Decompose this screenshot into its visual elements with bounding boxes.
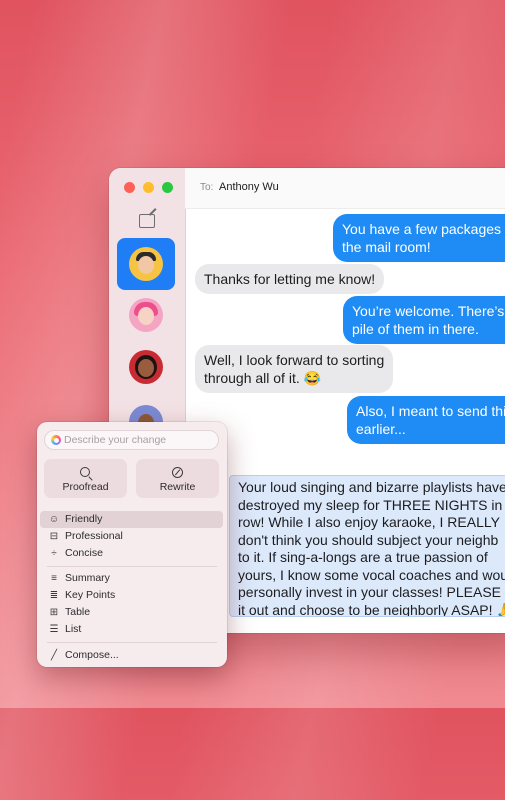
- compose-text-line: personally invest in your classes! PLEAS…: [238, 584, 505, 600]
- menu-item-label: Table: [65, 606, 91, 618]
- compose-text-line: yours, I know some vocal coaches and wou: [238, 566, 505, 583]
- writing-tools-sparkle-icon: [51, 435, 61, 445]
- menu-item-concise[interactable]: ÷ Concise: [40, 545, 223, 562]
- menu-item-label: Friendly: [65, 513, 103, 525]
- summary-icon: ≡: [51, 573, 57, 584]
- sidebar-contact-1[interactable]: [117, 238, 175, 290]
- close-window-button[interactable]: [124, 182, 135, 193]
- describe-change-input[interactable]: [64, 433, 214, 447]
- minimize-window-button[interactable]: [143, 182, 154, 193]
- rewrite-label: Rewrite: [159, 481, 196, 493]
- message-bubble-outgoing: You have a few packages s the mail room!: [333, 214, 505, 262]
- to-label: To:: [200, 182, 214, 193]
- message-bubble-outgoing: You’re welcome. There’s pile of them in …: [343, 296, 505, 344]
- key-points-icon: ≣: [49, 590, 59, 601]
- menu-item-label: Concise: [65, 547, 103, 559]
- menu-item-professional[interactable]: ⊟ Professional: [40, 528, 223, 545]
- menu-item-label: Key Points: [65, 589, 116, 601]
- zoom-window-button[interactable]: [162, 182, 173, 193]
- magnifier-icon: [80, 467, 90, 477]
- conversation-header: To: Anthony Wu: [185, 168, 505, 209]
- menu-separator: [47, 566, 217, 567]
- menu-item-table[interactable]: ⊞ Table: [40, 604, 223, 621]
- writing-tools-popover: Proofread Rewrite ☺ Friendly ⊟ Professio…: [37, 422, 227, 667]
- compose-text-line: don't think you should subject your neig…: [238, 531, 499, 548]
- proofread-button[interactable]: Proofread: [44, 459, 127, 498]
- rewrite-icon: [172, 467, 183, 478]
- sidebar-contact-2[interactable]: [117, 289, 175, 341]
- compose-text-line: to it. If sing-a-longs are a true passio…: [238, 549, 488, 565]
- menu-item-label: List: [65, 623, 82, 635]
- message-bubble-outgoing: Also, I meant to send thi earlier...: [347, 396, 505, 444]
- smiley-icon: ☺: [48, 514, 60, 525]
- compose-text-line: destroyed my sleep for THREE NIGHTS in a: [238, 496, 505, 513]
- compose-text-line: row! While I also enjoy karaoke, I REALL…: [238, 514, 500, 530]
- menu-item-summary[interactable]: ≡ Summary: [40, 570, 223, 587]
- recipient-name[interactable]: Anthony Wu: [219, 181, 279, 193]
- menu-item-label: Compose...: [65, 649, 119, 661]
- message-bubble-incoming: Thanks for letting me know!: [195, 264, 385, 294]
- menu-item-key-points[interactable]: ≣ Key Points: [40, 587, 223, 604]
- menu-item-label: Professional: [65, 530, 123, 542]
- message-bubble-incoming: Well, I look forward to sorting through …: [195, 345, 394, 393]
- avatar: [129, 350, 163, 384]
- describe-change-field[interactable]: [44, 430, 219, 450]
- menu-item-label: Summary: [65, 572, 110, 584]
- concise-icon: ÷: [51, 548, 57, 559]
- rewrite-button[interactable]: Rewrite: [136, 459, 219, 498]
- table-icon: ⊞: [49, 607, 59, 618]
- menu-item-list[interactable]: ☰ List: [40, 621, 223, 638]
- sidebar-contact-3[interactable]: [117, 341, 175, 393]
- avatar: [129, 298, 163, 332]
- list-icon: ☰: [49, 624, 59, 635]
- pencil-icon: ╱: [50, 650, 58, 661]
- proofread-label: Proofread: [62, 481, 109, 493]
- menu-item-friendly[interactable]: ☺ Friendly: [40, 511, 223, 528]
- compose-text-line: Your loud singing and bizarre playlists …: [238, 479, 505, 495]
- compose-text-line: it out and choose to be neighborly ASAP!…: [238, 601, 505, 617]
- menu-separator: [47, 642, 217, 643]
- avatar: [129, 247, 163, 281]
- briefcase-icon: ⊟: [49, 531, 59, 542]
- window-controls: [124, 182, 173, 193]
- message-compose-field[interactable]: Your loud singing and bizarre playlists …: [229, 475, 505, 617]
- new-message-icon[interactable]: [139, 214, 155, 228]
- menu-item-compose[interactable]: ╱ Compose...: [40, 647, 223, 664]
